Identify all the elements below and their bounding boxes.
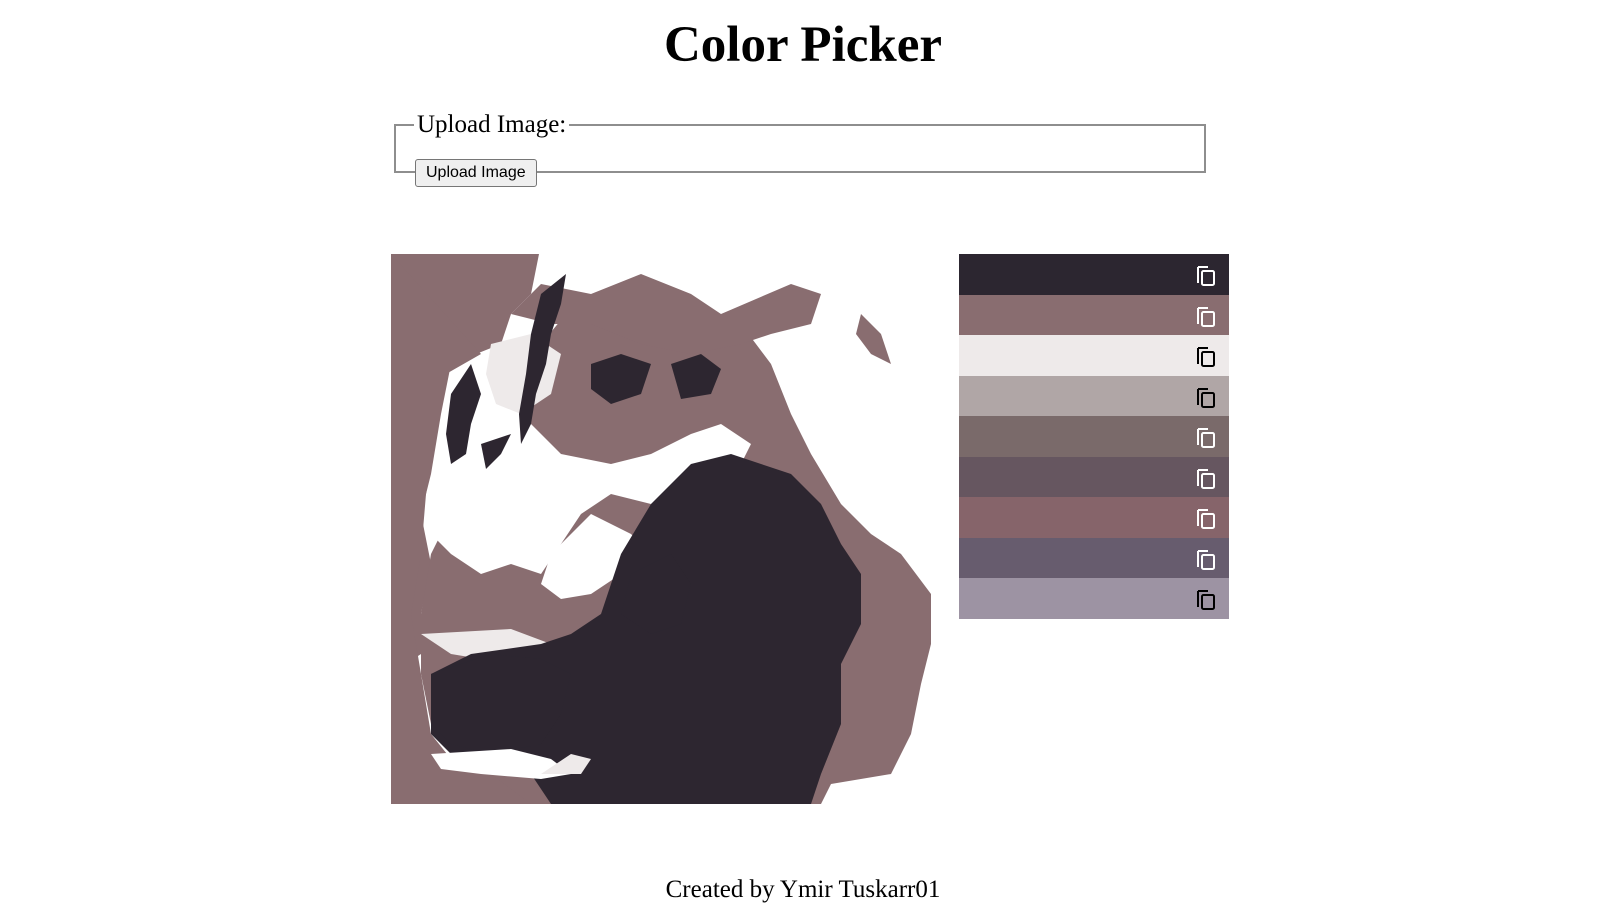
color-swatch[interactable] [959, 254, 1229, 295]
color-swatch[interactable] [959, 537, 1229, 578]
page: Color Picker Upload Image: Upload Image [0, 0, 1606, 906]
copy-icon[interactable] [1195, 304, 1217, 327]
color-swatch[interactable] [959, 375, 1229, 416]
copy-icon[interactable] [1195, 263, 1217, 286]
copy-icon[interactable] [1195, 547, 1217, 570]
upload-legend: Upload Image: [417, 111, 567, 138]
copy-icon[interactable] [1195, 344, 1217, 367]
upload-image-button[interactable]: Upload Image [415, 159, 537, 187]
copy-icon[interactable] [1195, 425, 1217, 448]
color-swatch[interactable] [959, 578, 1229, 619]
color-swatch[interactable] [959, 294, 1229, 335]
color-palette [959, 254, 1229, 619]
copy-icon[interactable] [1195, 466, 1217, 489]
color-swatch[interactable] [959, 416, 1229, 457]
color-swatch[interactable] [959, 335, 1229, 376]
copy-icon[interactable] [1195, 506, 1217, 529]
color-swatch[interactable] [959, 497, 1229, 538]
page-title: Color Picker [663, 17, 943, 73]
copy-icon[interactable] [1195, 587, 1217, 610]
color-swatch[interactable] [959, 456, 1229, 497]
posterized-image [391, 254, 943, 804]
uploaded-image[interactable] [391, 254, 943, 804]
footer-credit: Created by Ymir Tuskarr01 [665, 876, 941, 903]
upload-fieldset: Upload Image: Upload Image [394, 111, 1206, 187]
copy-icon[interactable] [1195, 385, 1217, 408]
